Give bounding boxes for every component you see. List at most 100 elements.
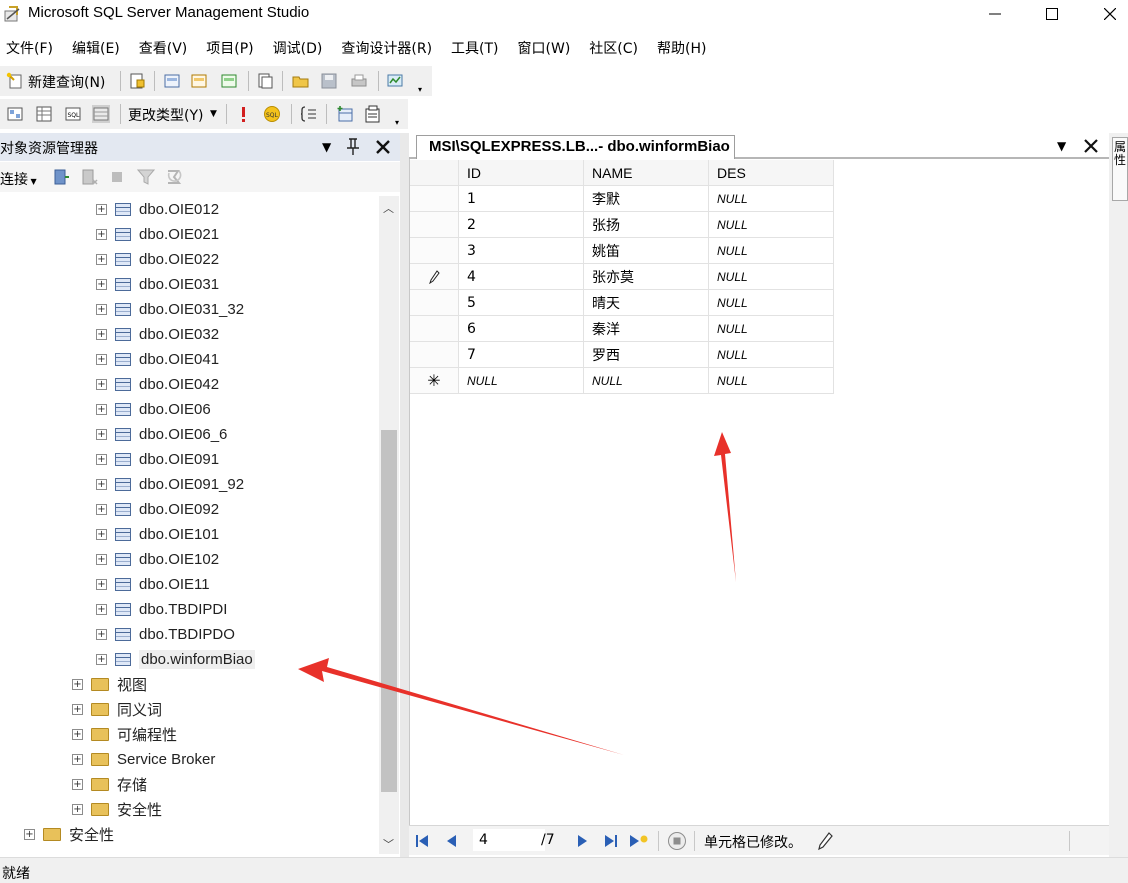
toolbar-overflow-icon[interactable]: ▾	[418, 85, 426, 94]
mdx-query-icon[interactable]	[163, 72, 181, 90]
expand-icon[interactable]: +	[96, 578, 107, 590]
tree-item-folder[interactable]: + 可编程性	[72, 723, 177, 745]
disconnect-icon[interactable]	[80, 168, 98, 186]
properties-side-tab[interactable]: 属性	[1112, 137, 1128, 201]
row-selector[interactable]	[410, 290, 459, 316]
tree-item-folder[interactable]: + 同义词	[72, 698, 162, 720]
close-panel-icon[interactable]	[375, 139, 391, 155]
tree-item-folder[interactable]: + 安全性	[24, 823, 114, 845]
menu-help[interactable]: 帮助(H)	[657, 38, 706, 58]
expand-icon[interactable]: +	[24, 828, 35, 840]
expand-icon[interactable]: +	[96, 453, 107, 465]
tree-item-table[interactable]: + dbo.OIE11	[96, 573, 210, 595]
row-selector[interactable]	[410, 316, 459, 342]
grid-cell[interactable]: 张亦莫	[584, 264, 709, 290]
tree-item-table[interactable]: + dbo.OIE042	[96, 373, 219, 395]
panel-dropdown-icon[interactable]: ▼	[322, 140, 331, 154]
menu-file[interactable]: 文件(F)	[6, 38, 53, 58]
execute-sql-icon[interactable]	[234, 105, 252, 123]
expand-icon[interactable]: +	[72, 778, 83, 790]
tree-item-table[interactable]: + dbo.OIE06_6	[96, 423, 227, 445]
grid-cell[interactable]: 罗西	[584, 342, 709, 368]
column-header[interactable]: ID	[459, 160, 584, 186]
tree-item-folder[interactable]: + Service Broker	[72, 748, 215, 770]
tree-item-table[interactable]: + dbo.OIE091_92	[96, 473, 244, 495]
pin-icon[interactable]	[346, 138, 360, 156]
grid-cell[interactable]: NULL	[584, 368, 709, 394]
verify-sql-icon[interactable]: SQL	[263, 105, 281, 123]
menu-edit[interactable]: 编辑(E)	[72, 38, 120, 58]
stop-icon[interactable]	[111, 171, 123, 183]
tree-item-folder[interactable]: + 视图	[72, 673, 147, 695]
tree-item-table[interactable]: + dbo.OIE032	[96, 323, 219, 345]
connect-object-explorer-icon[interactable]	[52, 168, 70, 186]
tree-item-table[interactable]: + dbo.OIE06	[96, 398, 211, 420]
current-record-input[interactable]: 4	[473, 829, 545, 851]
row-selector[interactable]	[410, 342, 459, 368]
expand-icon[interactable]: +	[96, 653, 107, 665]
show-sql-pane-icon[interactable]: SQL	[64, 105, 82, 123]
grid-cell[interactable]: 李默	[584, 186, 709, 212]
save-icon[interactable]	[320, 72, 338, 90]
filter-icon[interactable]	[137, 168, 155, 186]
expand-icon[interactable]: +	[96, 478, 107, 490]
expand-icon[interactable]: +	[96, 603, 107, 615]
tree-item-table[interactable]: + dbo.OIE012	[96, 198, 219, 220]
expand-icon[interactable]: +	[96, 553, 107, 565]
toolbar-overflow-icon[interactable]: ▾	[395, 118, 403, 127]
tree-item-table[interactable]: + dbo.OIE031_32	[96, 298, 244, 320]
grid-cell[interactable]: NULL	[709, 264, 834, 290]
menu-project[interactable]: 项目(P)	[206, 38, 253, 58]
new-record-icon[interactable]	[629, 833, 649, 849]
menu-view[interactable]: 查看(V)	[139, 38, 188, 58]
menu-community[interactable]: 社区(C)	[589, 38, 638, 58]
scrollbar-thumb[interactable]	[381, 430, 397, 792]
change-type-button[interactable]: 更改类型(Y) ▼	[126, 99, 222, 129]
panel-splitter[interactable]	[400, 133, 409, 857]
grid-cell[interactable]: 7	[459, 342, 584, 368]
grid-cell[interactable]: 3	[459, 238, 584, 264]
grid-cell[interactable]: 1	[459, 186, 584, 212]
grid-cell[interactable]: 晴天	[584, 290, 709, 316]
tree-item-table[interactable]: + dbo.TBDIPDO	[96, 623, 235, 645]
tree-item-table[interactable]: + dbo.OIE022	[96, 248, 219, 270]
tree-item-table[interactable]: + dbo.winformBiao	[96, 648, 255, 670]
expand-icon[interactable]: +	[96, 303, 107, 315]
grid-cell[interactable]: 4	[459, 264, 584, 290]
maximize-button[interactable]	[1024, 0, 1080, 28]
menu-tools[interactable]: 工具(T)	[451, 38, 498, 58]
tree-item-table[interactable]: + dbo.TBDIPDI	[96, 598, 227, 620]
grid-cell[interactable]: NULL	[709, 186, 834, 212]
grid-cell[interactable]: 2	[459, 212, 584, 238]
expand-icon[interactable]: +	[96, 628, 107, 640]
close-document-icon[interactable]	[1084, 139, 1098, 153]
expand-icon[interactable]: +	[96, 378, 107, 390]
add-table-icon[interactable]	[336, 105, 354, 123]
expand-icon[interactable]: +	[96, 428, 107, 440]
tree-item-table[interactable]: + dbo.OIE102	[96, 548, 219, 570]
expand-icon[interactable]: +	[72, 678, 83, 690]
xmla-query-icon[interactable]	[220, 72, 238, 90]
menu-window[interactable]: 窗口(W)	[518, 38, 571, 58]
show-criteria-pane-icon[interactable]	[35, 105, 53, 123]
row-selector[interactable]	[410, 238, 459, 264]
expand-icon[interactable]: +	[96, 253, 107, 265]
row-selector[interactable]	[410, 212, 459, 238]
scroll-up-icon[interactable]: ︿	[383, 200, 394, 216]
expand-icon[interactable]: +	[96, 353, 107, 365]
grid-cell[interactable]: NULL	[709, 342, 834, 368]
row-selector[interactable]	[410, 264, 459, 290]
grid-cell[interactable]: NULL	[709, 368, 834, 394]
tree-item-table[interactable]: + dbo.OIE021	[96, 223, 219, 245]
print-icon[interactable]	[350, 72, 368, 90]
connect-button[interactable]: 连接 ▼	[0, 169, 37, 189]
new-query-button[interactable]: 新建查询(N)	[4, 66, 116, 96]
grid-cell[interactable]: NULL	[709, 212, 834, 238]
expand-icon[interactable]: +	[96, 528, 107, 540]
expand-icon[interactable]: +	[72, 703, 83, 715]
expand-icon[interactable]: +	[72, 753, 83, 765]
show-diagram-pane-icon[interactable]	[6, 105, 24, 123]
minimize-button[interactable]	[967, 0, 1023, 28]
next-record-icon[interactable]	[577, 834, 589, 848]
expand-icon[interactable]: +	[96, 228, 107, 240]
